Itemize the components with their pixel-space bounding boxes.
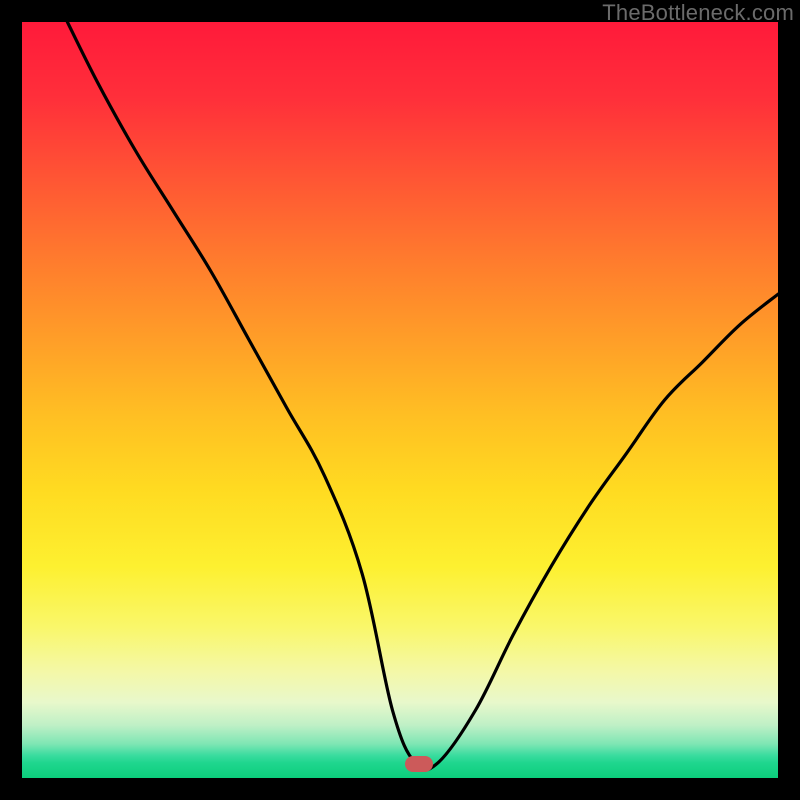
chart-container: TheBottleneck.com: [0, 0, 800, 800]
plot-area: [22, 22, 778, 778]
curve-svg: [22, 22, 778, 778]
bottleneck-curve: [67, 22, 778, 770]
bottleneck-marker: [405, 756, 433, 772]
